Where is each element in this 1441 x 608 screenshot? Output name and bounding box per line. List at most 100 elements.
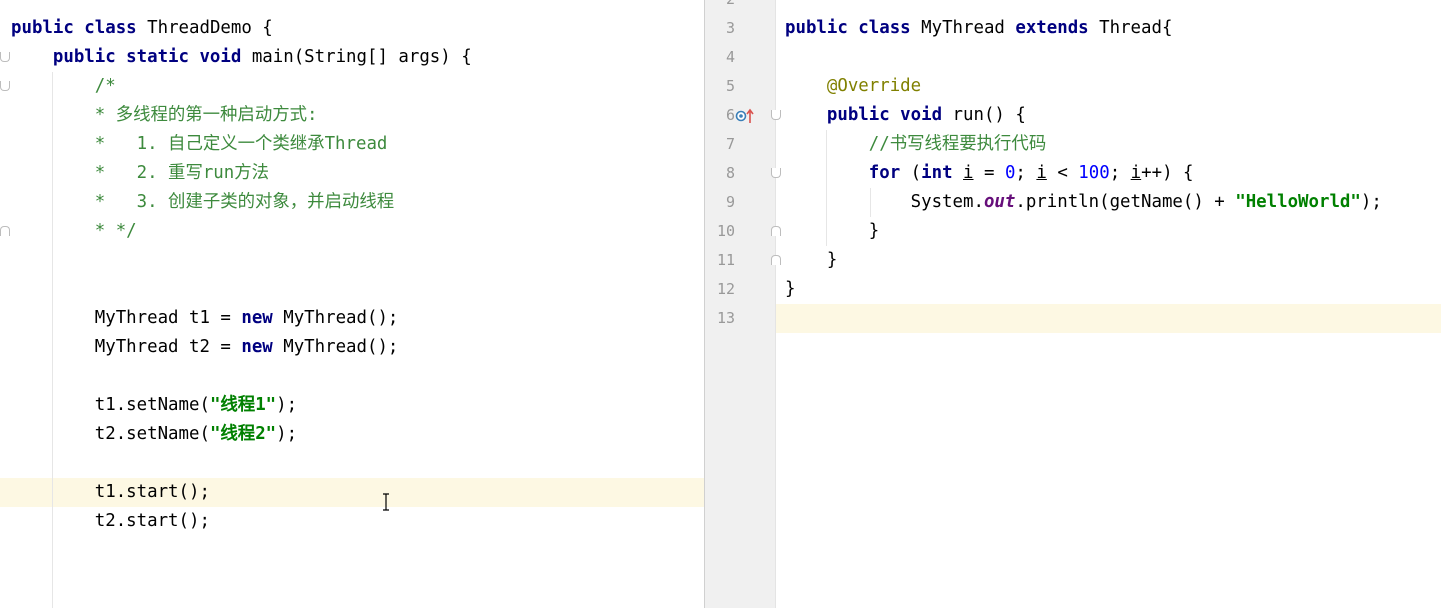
code-token: MyThread <box>921 18 1016 38</box>
code-token: = <box>973 163 1005 183</box>
code-token: out <box>983 192 1016 212</box>
code-token: MyThread t1 = <box>11 308 242 328</box>
code-token: public class <box>785 18 922 38</box>
fold-marker-icon[interactable] <box>771 226 781 236</box>
code-token: * 3. 创建子类的对象，并启动线程 <box>11 192 395 212</box>
code-line[interactable]: public void run() { <box>785 101 1026 130</box>
code-token: < <box>1046 163 1079 183</box>
line-number: 2 <box>705 0 735 14</box>
code-token: } <box>785 221 880 241</box>
code-line[interactable]: } <box>785 217 879 246</box>
line-number: 10 <box>716 222 735 240</box>
code-token: ); <box>1360 192 1382 212</box>
code-token: 100 <box>1078 163 1110 183</box>
code-token: ( <box>910 163 922 183</box>
code-token: run() { <box>952 105 1026 125</box>
code-token: extends <box>1015 18 1100 38</box>
code-token: /* <box>11 76 116 96</box>
code-token: "HelloWorld" <box>1235 192 1361 212</box>
code-token: ++) { <box>1141 163 1194 183</box>
code-line[interactable]: @Override <box>785 72 921 101</box>
code-line[interactable]: * 2. 重写run方法 <box>11 159 269 188</box>
code-line[interactable]: public static void main(String[] args) { <box>11 43 472 72</box>
code-token: t2.start(); <box>11 511 210 531</box>
code-line[interactable]: public class MyThread extends Thread{ <box>785 14 1172 43</box>
code-token: ); <box>276 395 298 415</box>
fold-marker-icon[interactable] <box>771 168 781 178</box>
code-line[interactable]: * 多线程的第一种启动方式: <box>11 101 318 130</box>
line-number: 8 <box>725 164 735 182</box>
code-token: i <box>1130 163 1142 183</box>
code-token: i <box>1036 163 1047 183</box>
code-line[interactable]: for (int i = 0; i < 100; i++) { <box>785 159 1194 188</box>
code-token: "线程1" <box>209 395 277 415</box>
code-line[interactable]: } <box>785 275 795 304</box>
code-line[interactable]: t2.setName("线程2"); <box>11 420 297 449</box>
code-line[interactable]: t1.start(); <box>11 478 210 507</box>
line-number: 12 <box>716 280 735 298</box>
line-number: 3 <box>725 19 735 37</box>
left-editor-pane[interactable]: public class ThreadDemo { public static … <box>0 0 704 608</box>
current-line-highlight <box>776 304 1441 333</box>
code-token: * 2. 重写run方法 <box>11 163 270 183</box>
line-number: 11 <box>716 251 735 269</box>
code-line[interactable]: MyThread t2 = new MyThread(); <box>11 333 399 362</box>
code-token: MyThread t2 = <box>11 337 242 357</box>
code-token: t1.setName( <box>11 395 210 415</box>
code-token: System. <box>785 192 984 212</box>
code-token: ThreadDemo { <box>147 18 273 38</box>
code-token: t2.setName( <box>11 424 210 444</box>
code-line[interactable]: public class ThreadDemo { <box>11 14 273 43</box>
code-token: 0 <box>1004 163 1016 183</box>
code-token: * 1. 自己定义一个类继承Thread <box>11 134 388 154</box>
line-number: 7 <box>725 135 735 153</box>
right-editor-pane[interactable]: 2 3 4 5 6 7 8 9 10 11 12 13 public class MyThread e… <box>705 0 1441 608</box>
code-line[interactable]: } <box>785 246 837 275</box>
code-token: } <box>785 279 796 299</box>
line-number: 9 <box>725 193 735 211</box>
code-token: //书写线程要执行代码 <box>785 134 1047 154</box>
code-token: .println(getName() + <box>1015 192 1236 212</box>
code-token: "线程2" <box>209 424 277 444</box>
code-token: for <box>868 163 911 183</box>
code-token: public static void <box>11 47 252 67</box>
code-line[interactable]: t1.setName("线程1"); <box>11 391 297 420</box>
fold-marker-icon[interactable] <box>771 110 781 120</box>
code-token: public void <box>785 105 953 125</box>
code-token: i <box>963 163 974 183</box>
fold-marker-icon[interactable] <box>771 255 781 265</box>
code-line[interactable]: * 1. 自己定义一个类继承Thread <box>11 130 388 159</box>
code-line[interactable]: t2.start(); <box>11 507 210 536</box>
line-number: 13 <box>716 309 735 327</box>
code-token: ; <box>1109 163 1131 183</box>
code-token: new <box>241 308 284 328</box>
code-line[interactable]: /* <box>11 72 116 101</box>
code-token: main(String[] args) { <box>251 47 472 67</box>
code-token: Thread{ <box>1099 18 1173 38</box>
code-token: } <box>785 250 838 270</box>
code-line[interactable]: MyThread t1 = new MyThread(); <box>11 304 399 333</box>
code-token: * 多线程的第一种启动方式: <box>11 105 318 125</box>
code-token: @Override <box>785 76 922 96</box>
line-number: 5 <box>725 77 735 95</box>
code-line[interactable]: * 3. 创建子类的对象，并启动线程 <box>11 188 394 217</box>
code-token: int <box>921 163 964 183</box>
fold-marker-icon[interactable] <box>0 81 10 91</box>
code-token: * */ <box>11 221 137 241</box>
code-line[interactable]: System.out.println(getName() + "HelloWor… <box>785 188 1382 217</box>
code-line[interactable]: * */ <box>11 217 137 246</box>
code-token: ); <box>276 424 298 444</box>
code-token: t1.start(); <box>11 482 210 502</box>
line-number: 4 <box>725 48 735 66</box>
code-line[interactable]: //书写线程要执行代码 <box>785 130 1046 159</box>
override-method-icon[interactable] <box>735 107 755 125</box>
code-token: MyThread(); <box>283 337 399 357</box>
line-number: 6 <box>725 106 735 124</box>
text-cursor-icon <box>383 493 389 511</box>
code-token: new <box>241 337 284 357</box>
code-token: ; <box>1015 163 1037 183</box>
fold-marker-icon[interactable] <box>0 226 10 236</box>
code-token: public class <box>11 18 148 38</box>
fold-marker-icon[interactable] <box>0 52 10 62</box>
